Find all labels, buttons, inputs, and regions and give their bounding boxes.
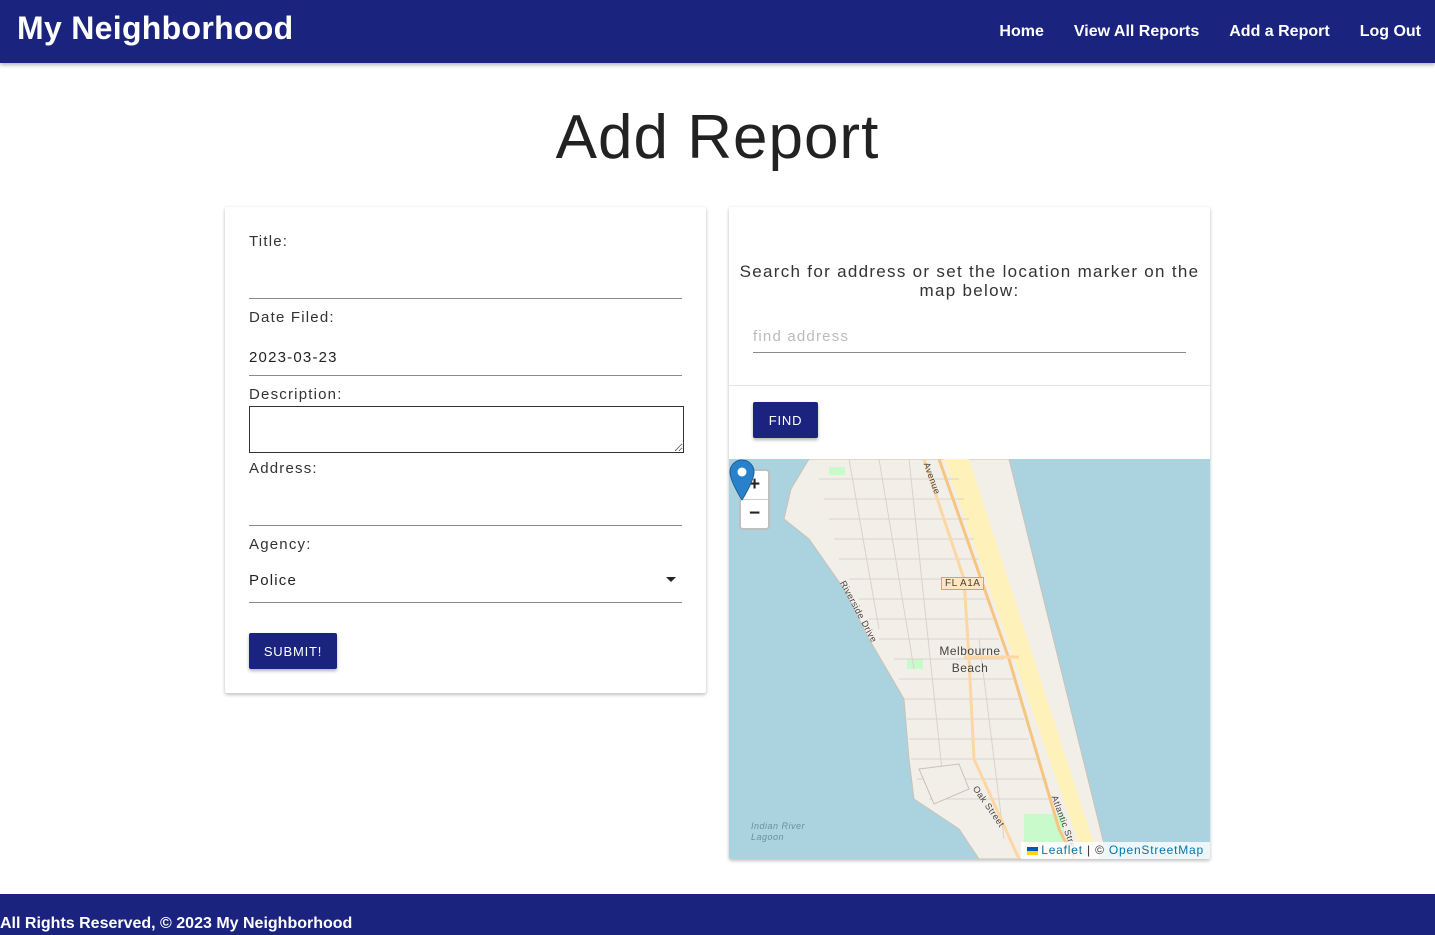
title-label: Title:	[249, 233, 289, 250]
navbar: My Neighborhood Home View All Reports Ad…	[0, 0, 1435, 63]
search-instruction: Search for address or set the location m…	[739, 262, 1200, 300]
zoom-out-button[interactable]: −	[741, 500, 768, 528]
nav-add-report-link[interactable]: Add a Report	[1229, 23, 1329, 41]
leaflet-link[interactable]: Leaflet	[1041, 843, 1083, 857]
find-address-input[interactable]	[753, 320, 1186, 353]
place-label: Melbourne Beach	[939, 644, 1001, 675]
report-form-card: Title: Date Filed: Description: Address:…	[225, 207, 706, 693]
agency-selected-value: Police	[249, 572, 298, 589]
nav-logout-link[interactable]: Log Out	[1360, 23, 1421, 41]
water-label: Indian River Lagoon	[751, 821, 806, 842]
nav-view-reports-link[interactable]: View All Reports	[1074, 23, 1199, 41]
title-input[interactable]	[249, 265, 682, 299]
divider	[729, 385, 1210, 386]
attribution-copyright: ©	[1095, 843, 1105, 857]
road-badge: FL A1A	[941, 577, 985, 590]
park-area	[829, 467, 845, 475]
address-input[interactable]	[249, 492, 682, 526]
address-label: Address:	[249, 460, 318, 477]
map-view[interactable]: + − FL A1A Melbourne Beach Indian River …	[729, 459, 1210, 859]
agency-select[interactable]: Police	[249, 564, 682, 603]
footer-copyright: All Rights Reserved, © 2023 My Neighborh…	[0, 915, 353, 932]
brand-logo-link[interactable]: My Neighborhood	[17, 10, 293, 47]
footer: All Rights Reserved, © 2023 My Neighborh…	[0, 894, 1435, 935]
page-title: Add Report	[555, 103, 880, 172]
date-filed-label: Date Filed:	[249, 309, 335, 326]
nav-home-link[interactable]: Home	[999, 23, 1043, 41]
attribution-separator: |	[1087, 843, 1091, 857]
nav-links: Home View All Reports Add a Report Log O…	[969, 0, 1421, 63]
map-attribution: Leaflet | © OpenStreetMap	[1021, 842, 1210, 859]
description-label: Description:	[249, 386, 343, 403]
location-marker-icon[interactable]	[729, 459, 755, 501]
location-card: Search for address or set the location m…	[729, 207, 1210, 859]
caret-down-icon	[666, 577, 676, 582]
date-filed-input[interactable]	[249, 340, 682, 376]
ukraine-flag-icon	[1027, 846, 1039, 855]
agency-label: Agency:	[249, 536, 312, 553]
submit-button[interactable]: SUBMIT!	[249, 633, 337, 669]
openstreetmap-link[interactable]: OpenStreetMap	[1109, 843, 1204, 857]
park-area	[907, 659, 923, 669]
description-textarea[interactable]	[249, 406, 684, 453]
find-button[interactable]: FIND	[753, 402, 818, 438]
